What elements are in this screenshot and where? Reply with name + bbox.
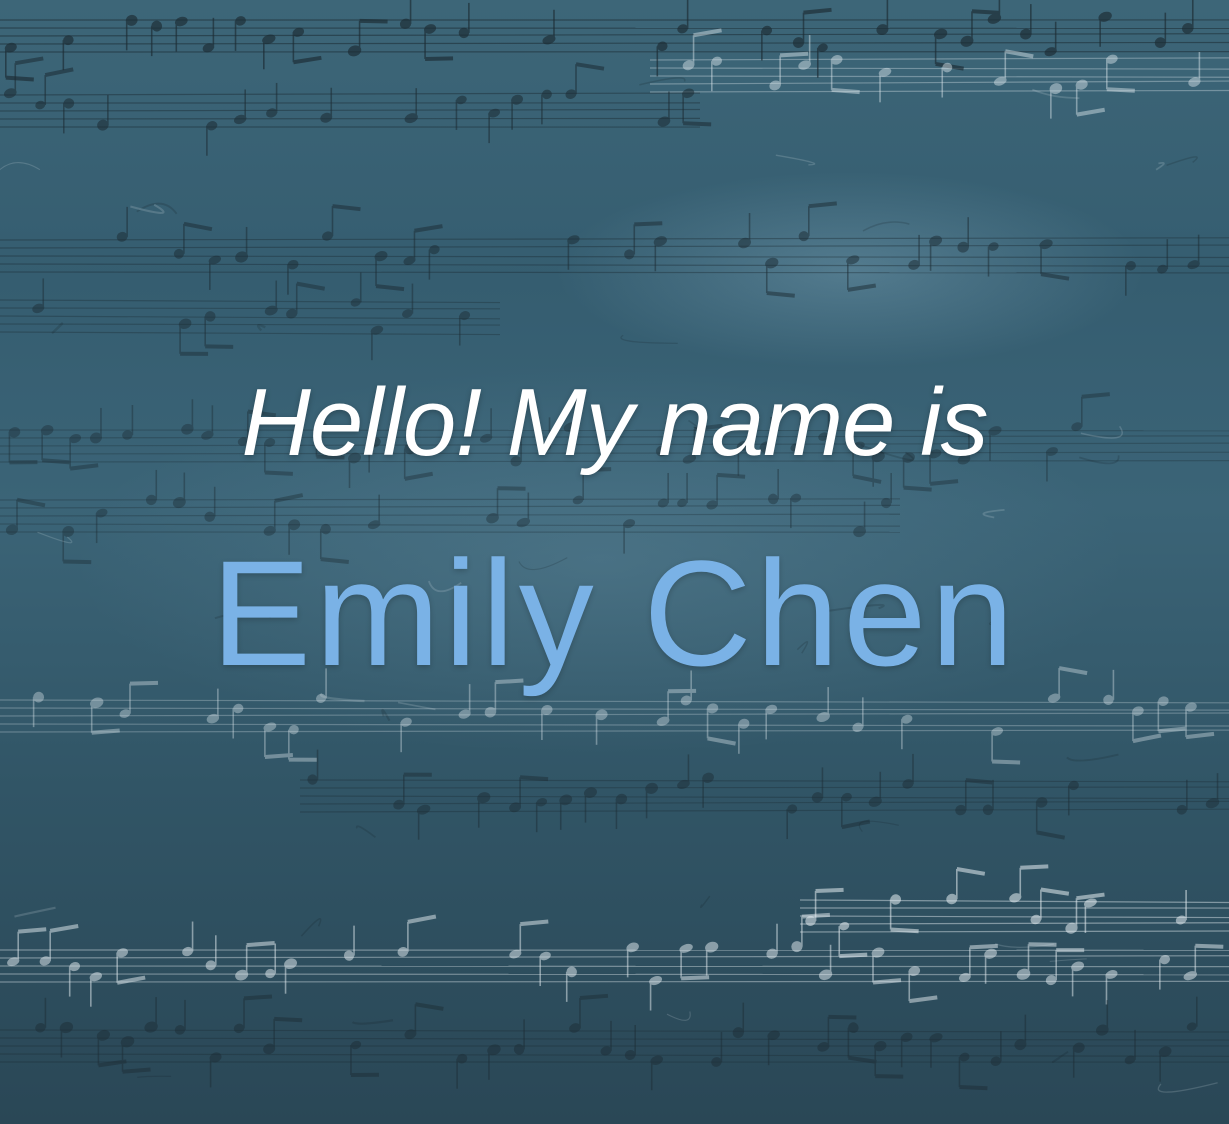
music-notes bbox=[307, 749, 1220, 840]
greeting-heading: Hello! My name is bbox=[241, 369, 989, 476]
staff-lines bbox=[0, 1029, 1229, 1063]
music-notes bbox=[7, 912, 1224, 1011]
staff-lines bbox=[0, 299, 501, 336]
music-notes bbox=[116, 201, 1200, 298]
person-name: Emily Chen bbox=[211, 529, 1018, 697]
staff-lines bbox=[799, 899, 1229, 933]
intro-banner: Hello! My name is Emily Chen bbox=[0, 0, 1229, 1124]
music-notes bbox=[3, 56, 712, 156]
music-notes bbox=[35, 993, 1198, 1091]
staff-lines bbox=[299, 779, 1229, 813]
music-notes bbox=[805, 864, 1187, 959]
staff-lines bbox=[0, 699, 1229, 733]
